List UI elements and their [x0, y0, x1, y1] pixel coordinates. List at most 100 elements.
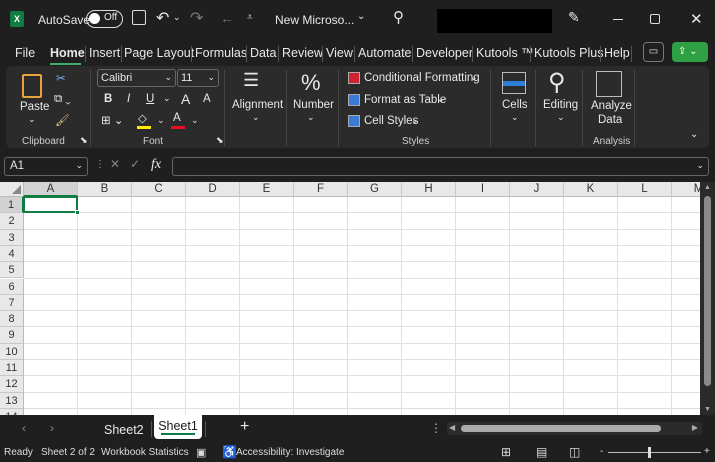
row-header-4[interactable]: 4: [0, 245, 24, 263]
sheet-tab-sheet1[interactable]: Sheet1: [154, 415, 202, 439]
column-header-I[interactable]: I: [456, 182, 510, 197]
insert-function-button[interactable]: fx: [151, 157, 161, 173]
tab-help[interactable]: Help: [604, 46, 630, 60]
format-table-dropdown-icon[interactable]: ⌄: [437, 94, 445, 105]
alignment-button[interactable]: Alignment: [232, 99, 283, 111]
column-header-E[interactable]: E: [240, 182, 294, 197]
selected-cell-a1[interactable]: [23, 196, 80, 216]
font-launcher-icon[interactable]: ⬊: [216, 135, 224, 146]
collapse-ribbon-icon[interactable]: ⌄: [690, 129, 698, 140]
normal-view-icon[interactable]: ⊞: [501, 445, 511, 459]
tab-insert[interactable]: Insert: [89, 46, 120, 60]
analyze-data-button-line2[interactable]: Data: [598, 114, 622, 126]
row-header-6[interactable]: 6: [0, 278, 24, 295]
back-icon[interactable]: ←: [220, 10, 234, 26]
tab-formulas[interactable]: Formulas: [195, 46, 247, 60]
formula-input[interactable]: ⌄: [172, 157, 709, 176]
worksheet-grid[interactable]: ABCDEFGHIJKLM1234567891011121314: [0, 182, 700, 415]
tab-data[interactable]: Data: [250, 46, 276, 60]
comments-button[interactable]: ▭: [643, 42, 664, 62]
cancel-icon[interactable]: ✕: [110, 157, 120, 171]
autosave-toggle[interactable]: Off: [86, 10, 123, 28]
editing-dropdown-icon[interactable]: ⌄: [557, 112, 565, 123]
column-header-C[interactable]: C: [132, 182, 186, 197]
tab-automate[interactable]: Automate: [358, 46, 412, 60]
zoom-slider[interactable]: [608, 447, 701, 458]
name-box[interactable]: A1 ⌄: [4, 157, 88, 176]
row-header-12[interactable]: 12: [0, 376, 24, 393]
number-button[interactable]: Number: [293, 99, 334, 111]
conditional-formatting-button[interactable]: Conditional Formatting: [364, 72, 480, 84]
document-title[interactable]: New Microso...: [275, 13, 354, 27]
column-header-B[interactable]: B: [78, 182, 132, 197]
format-as-table-button[interactable]: Format as Table: [364, 94, 446, 106]
format-painter-icon[interactable]: 🖌: [55, 113, 70, 127]
close-icon[interactable]: ✕: [690, 10, 703, 28]
tab-review[interactable]: Review: [282, 46, 323, 60]
pen-icon[interactable]: ✎: [568, 9, 580, 26]
page-break-view-icon[interactable]: ◫: [569, 445, 580, 459]
macro-record-icon[interactable]: ▣: [196, 446, 206, 459]
row-header-3[interactable]: 3: [0, 229, 24, 246]
fill-dropdown-icon[interactable]: ⌄: [157, 115, 165, 126]
fill-color-icon[interactable]: ◇: [138, 111, 147, 125]
row-header-5[interactable]: 5: [0, 262, 24, 279]
cut-icon[interactable]: ✂: [56, 71, 66, 85]
column-header-L[interactable]: L: [618, 182, 672, 197]
decrease-font-button[interactable]: A: [203, 93, 211, 105]
font-name-select[interactable]: Calibri ⌄: [97, 69, 176, 87]
fill-handle[interactable]: [75, 210, 80, 216]
tab-split-handle[interactable]: ⋮: [430, 421, 442, 435]
undo-icon[interactable]: ↶: [156, 8, 169, 28]
cells-button[interactable]: Cells: [502, 99, 528, 111]
title-dropdown-icon[interactable]: ⌄: [357, 11, 365, 22]
row-header-7[interactable]: 7: [0, 294, 24, 312]
undo-dropdown-icon[interactable]: ⌄: [173, 12, 181, 23]
zoom-in-button[interactable]: +: [704, 446, 710, 457]
analyze-data-button[interactable]: Analyze: [591, 100, 632, 112]
row-header-11[interactable]: 11: [0, 360, 24, 377]
row-header-13[interactable]: 13: [0, 392, 24, 409]
column-header-K[interactable]: K: [564, 182, 618, 197]
share-button[interactable]: ⇪ ⌄: [672, 42, 708, 62]
select-all-corner[interactable]: [0, 182, 24, 197]
row-header-10[interactable]: 10: [0, 343, 24, 360]
maximize-icon[interactable]: [650, 14, 660, 24]
column-header-F[interactable]: F: [294, 182, 348, 197]
tab-kutools-plus[interactable]: Kutools Plus: [534, 46, 603, 60]
font-color-button[interactable]: A: [173, 112, 181, 124]
font-color-dropdown-icon[interactable]: ⌄: [191, 115, 199, 126]
copy-icon[interactable]: ⧉ ⌄: [54, 93, 71, 106]
tab-home[interactable]: Home: [50, 46, 85, 60]
add-sheet-button[interactable]: +: [240, 418, 249, 436]
clipboard-launcher-icon[interactable]: ⬊: [80, 135, 88, 146]
row-header-9[interactable]: 9: [0, 327, 24, 344]
column-header-M[interactable]: M: [672, 182, 700, 197]
horizontal-scrollbar[interactable]: ◀ ▶: [447, 422, 702, 435]
italic-button[interactable]: I: [127, 93, 130, 105]
conditional-dropdown-icon[interactable]: ⌄: [470, 72, 478, 83]
borders-icon[interactable]: ⊞ ⌄: [101, 113, 123, 127]
column-header-D[interactable]: D: [186, 182, 240, 197]
workbook-statistics[interactable]: Workbook Statistics: [101, 447, 189, 458]
formula-bar-more-icon[interactable]: ⋮: [95, 159, 105, 170]
underline-dropdown-icon[interactable]: ⌄: [163, 93, 171, 104]
alignment-dropdown-icon[interactable]: ⌄: [252, 112, 260, 123]
column-header-G[interactable]: G: [348, 182, 402, 197]
underline-button[interactable]: U: [146, 93, 154, 105]
prev-sheet-icon[interactable]: ‹: [22, 421, 26, 435]
sheet-tab-sheet2[interactable]: Sheet2: [104, 423, 144, 437]
tab-file[interactable]: File: [15, 46, 35, 60]
column-header-J[interactable]: J: [510, 182, 564, 197]
column-header-H[interactable]: H: [402, 182, 456, 197]
tab-developer[interactable]: Developer: [416, 46, 473, 60]
redo-icon[interactable]: ↷: [190, 8, 203, 28]
zoom-out-button[interactable]: -: [600, 446, 603, 457]
row-header-8[interactable]: 8: [0, 311, 24, 328]
paste-dropdown-icon[interactable]: ⌄: [28, 114, 36, 125]
font-size-select[interactable]: 11 ⌄: [177, 69, 219, 87]
save-icon[interactable]: [132, 10, 146, 25]
paste-button[interactable]: Paste: [20, 101, 49, 113]
row-header-1[interactable]: 1: [0, 197, 24, 214]
tab-view[interactable]: View: [326, 46, 353, 60]
